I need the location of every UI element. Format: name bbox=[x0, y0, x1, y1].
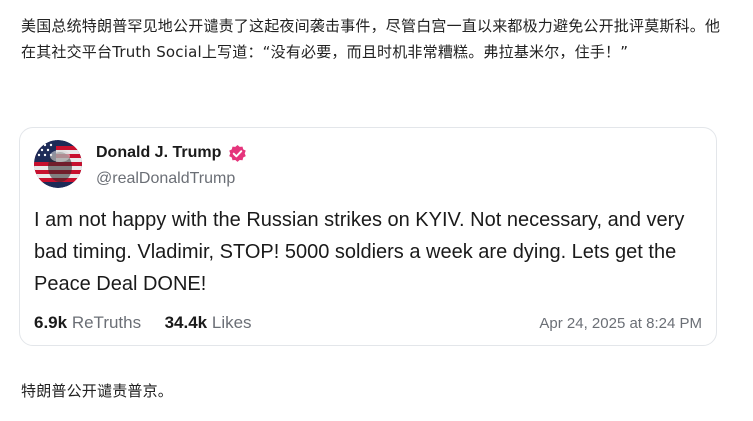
author-handle[interactable]: @realDonaldTrump bbox=[96, 170, 235, 188]
author-name[interactable]: Donald J. Trump bbox=[96, 144, 221, 162]
article-intro-paragraph: 美国总统特朗普罕见地公开谴责了这起夜间袭击事件，尽管白宫一直以来都极力避免公开批… bbox=[21, 17, 721, 61]
post-timestamp[interactable]: Apr 24, 2025 at 8:24 PM bbox=[539, 315, 702, 332]
likes-label[interactable]: Likes bbox=[212, 313, 252, 332]
post-body-text: I am not happy with the Russian strikes … bbox=[34, 209, 685, 295]
post-stats: 6.9k ReTruths 34.4k Likes bbox=[34, 313, 252, 333]
embedded-truth-social-post[interactable]: Donald J. Trump @realDonaldTrump I am no… bbox=[19, 127, 717, 346]
retruths-label[interactable]: ReTruths bbox=[72, 313, 141, 332]
flag-portrait-avatar-icon bbox=[34, 140, 82, 188]
verified-badge-icon bbox=[229, 144, 246, 162]
likes-count[interactable]: 34.4k bbox=[165, 313, 208, 332]
article-closing-paragraph: 特朗普公开谴责普京。 bbox=[21, 382, 174, 400]
author-avatar[interactable] bbox=[34, 140, 82, 188]
retruths-count[interactable]: 6.9k bbox=[34, 313, 67, 332]
